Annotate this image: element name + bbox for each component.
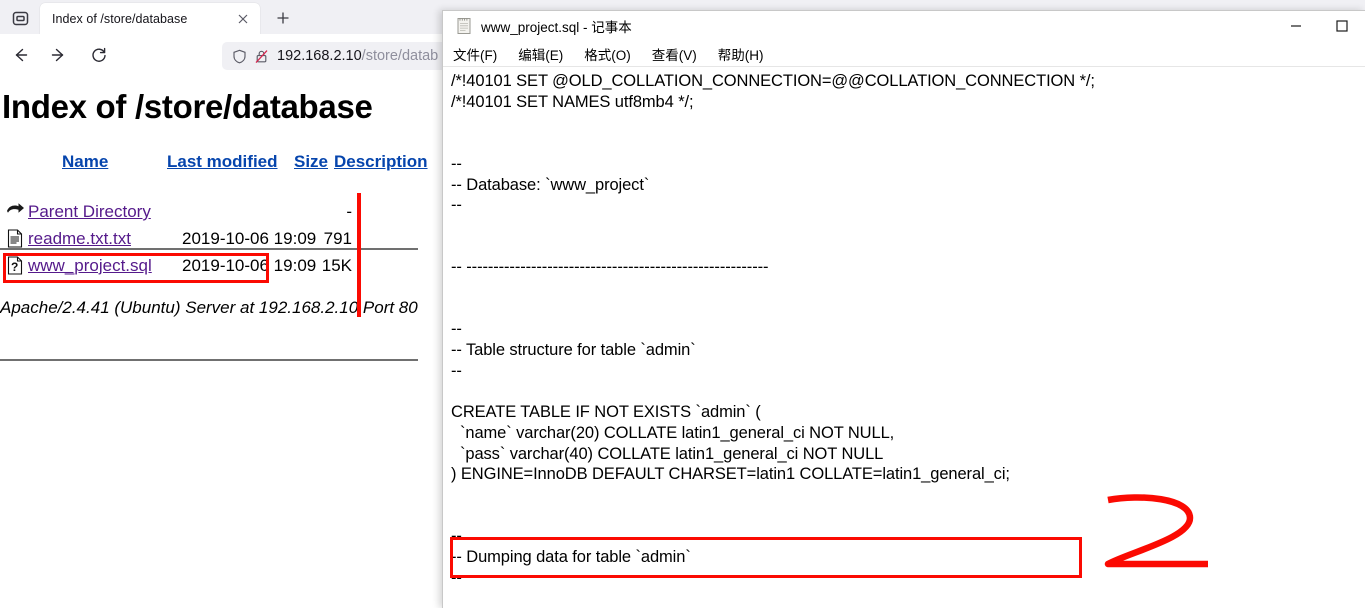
menu-edit[interactable]: 编辑(E) [518,44,563,64]
window-controls [1273,11,1365,41]
sql-line: /*!40101 SET NAMES utf8mb4 */; [451,92,694,111]
sql-line [451,112,1365,133]
table-row: readme.txt.txt 2019-10-06 19:09 791 [0,229,438,255]
sql-line: -- Dumping data for table `admin` [451,548,691,567]
tab-overview-icon[interactable] [6,6,34,30]
sql-line: -- -------------------------------------… [451,258,769,277]
sql-line [451,216,1365,237]
new-tab-icon[interactable] [270,6,296,30]
sql-line: ) ENGINE=InnoDB DEFAULT CHARSET=latin1 C… [451,465,1010,484]
notepad-text-area[interactable]: /*!40101 SET @OLD_COLLATION_CONNECTION=@… [443,68,1365,608]
url-text: 192.168.2.10/store/datab [277,48,438,64]
url-path: /store/datab [361,48,439,64]
back-arrow-icon[interactable] [6,42,34,68]
sql-line: -- [451,196,462,215]
maximize-button[interactable] [1319,11,1365,41]
link-readme-txt[interactable]: readme.txt.txt [28,229,131,249]
screenshot-root: Index of /store/database 192.168.2.10/st… [0,0,1365,608]
tab-title: Index of /store/database [52,11,188,26]
sql-line: -- [451,154,462,173]
sql-line [451,382,1365,403]
notepad-icon [455,17,473,35]
row-size: - [346,202,352,221]
notepad-title-bar[interactable]: www_project.sql - 记事本 [443,11,1365,41]
reload-icon[interactable] [85,42,113,68]
forward-arrow-icon[interactable] [45,42,73,68]
sql-line [451,506,1365,527]
unknown-file-icon: ? [4,256,26,275]
column-header-name[interactable]: Name [62,152,108,172]
sql-line [451,278,1365,299]
close-icon[interactable] [234,10,252,28]
text-file-icon [4,229,26,248]
sql-line [451,133,1365,154]
sql-line: `pass` varchar(40) COLLATE latin1_genera… [451,444,884,463]
shield-icon[interactable] [228,45,250,67]
sql-line: -- Database: `www_project` [451,175,650,194]
row-size: 791 [323,229,352,248]
notepad-window: www_project.sql - 记事本 文件(F) 编辑(E) 格式(O) … [442,10,1365,608]
link-label: readme.txt.txt [28,229,131,248]
column-header-size[interactable]: Size [294,152,328,172]
sql-line: -- [451,320,462,339]
sql-line: `name` varchar(20) COLLATE latin1_genera… [451,423,895,442]
apache-server-footer: Apache/2.4.41 (Ubuntu) Server at 192.168… [0,298,418,317]
link-label: www_project.sql [28,256,152,275]
sql-line: -- [451,568,462,587]
link-parent-directory[interactable]: Parent Directory [28,202,151,222]
sql-line: /*!40101 SET @OLD_COLLATION_CONNECTION=@… [451,72,1095,90]
sql-line: -- [451,527,462,546]
row-date: 2019-10-06 19:09 [182,256,317,275]
sql-line [451,485,1365,506]
link-label: Parent Directory [28,202,151,221]
page-title: Index of /store/database [2,88,373,125]
menu-view[interactable]: 查看(V) [652,44,697,64]
sql-line: -- Table structure for table `admin` [451,341,696,360]
menu-file[interactable]: 文件(F) [453,44,497,64]
url-host: 192.168.2.10 [277,48,362,64]
sql-line [451,589,1365,608]
table-row: ? www_project.sql 2019-10-06 19:09 15K [0,256,438,282]
index-table-header: Name Last modified Size Description [0,152,438,180]
browser-tab[interactable]: Index of /store/database [40,3,260,34]
sql-line [451,237,1365,258]
column-header-last-modified[interactable]: Last modified [167,152,278,172]
svg-text:?: ? [11,260,18,274]
row-date: 2019-10-06 19:09 [182,229,317,248]
footer-divider [0,359,418,361]
menu-format[interactable]: 格式(O) [584,44,631,64]
notepad-menu-bar: 文件(F) 编辑(E) 格式(O) 查看(V) 帮助(H) [443,41,1365,67]
minimize-button[interactable] [1273,11,1319,41]
row-size: 15K [321,256,352,275]
parent-directory-icon [4,202,26,220]
menu-help[interactable]: 帮助(H) [718,44,764,64]
column-header-description[interactable]: Description [334,152,428,172]
link-www-project-sql[interactable]: www_project.sql [28,256,152,276]
sql-line [451,299,1365,320]
table-row: Parent Directory - [0,202,438,228]
lock-crossed-icon[interactable] [250,45,272,67]
sql-line: -- [451,361,462,380]
notepad-title: www_project.sql - 记事本 [481,20,632,35]
sql-line: CREATE TABLE IF NOT EXISTS `admin` ( [451,403,761,422]
apache-index-page: Index of /store/database Name Last modif… [0,76,440,608]
